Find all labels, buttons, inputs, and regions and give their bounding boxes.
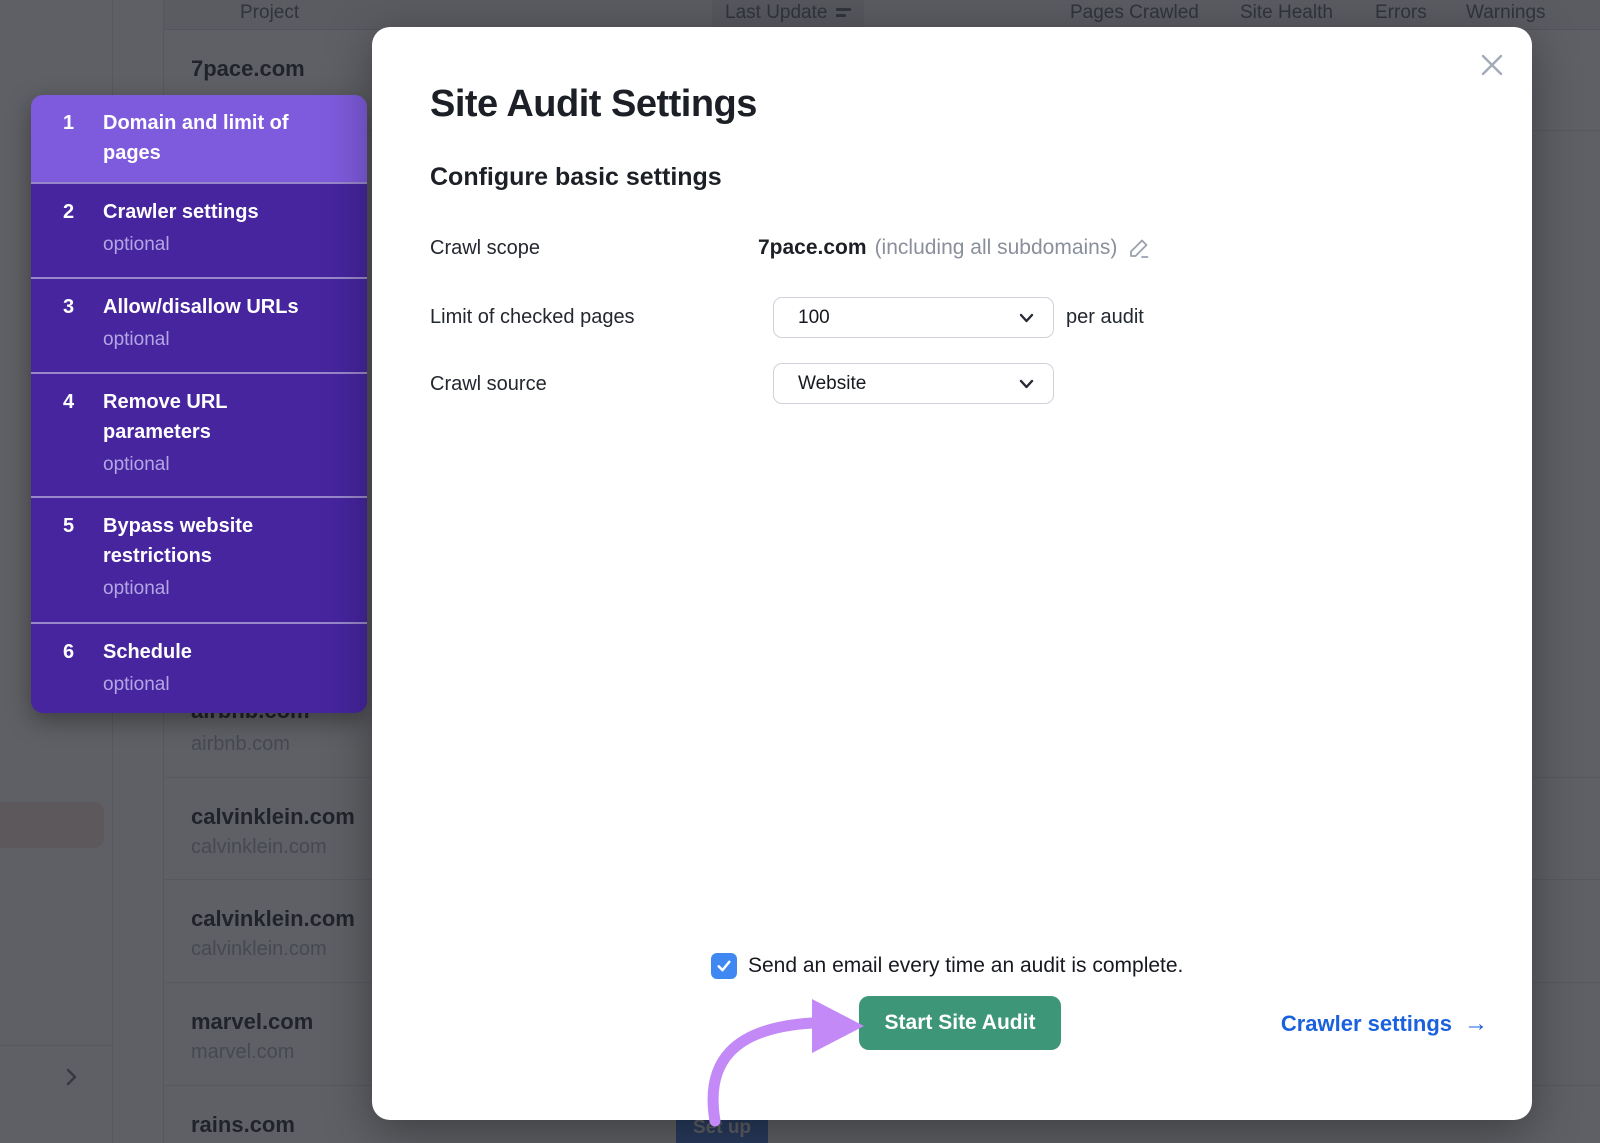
step-optional-label: optional [103,232,349,258]
step-item-6[interactable]: 6 Schedule optional [31,622,367,713]
edit-pencil-icon[interactable] [1127,236,1151,260]
step-item-5[interactable]: 5 Bypass website restrictions optional [31,496,367,622]
crawl-scope-note: (including all subdomains) [875,227,1118,269]
step-optional-label: optional [103,327,349,353]
step-optional-label: optional [103,452,349,478]
step-item-1[interactable]: 1 Domain and limit of pages [31,95,367,182]
email-checkbox[interactable] [711,953,737,979]
step-optional-label: optional [103,672,349,698]
step-label: Allow/disallow URLs [103,292,303,322]
email-checkbox-label: Send an email every time an audit is com… [748,954,1183,978]
checkmark-icon [715,957,733,975]
modal-title: Site Audit Settings [430,83,757,126]
right-arrow-icon: → [1464,1010,1488,1038]
limit-select-value: 100 [798,307,1018,329]
step-item-4[interactable]: 4 Remove URL parameters optional [31,372,367,496]
step-optional-label: optional [103,576,349,602]
step-number: 2 [63,197,74,227]
crawl-scope-label: Crawl scope [430,227,540,269]
limit-row: Limit of checked pages 100 per audit [430,297,1480,338]
limit-select[interactable]: 100 [773,297,1054,338]
crawler-settings-link[interactable]: Crawler settings → [1281,1010,1488,1038]
screen: ProjectLast UpdatePages CrawledSite Heal… [0,0,1600,1143]
step-item-2[interactable]: 2 Crawler settings optional [31,182,367,277]
step-number: 4 [63,387,74,417]
per-audit-label: per audit [1066,297,1144,338]
chevron-down-icon [1018,309,1035,326]
crawl-source-label: Crawl source [430,363,547,405]
step-number: 6 [63,637,74,667]
crawl-source-select[interactable]: Website [773,363,1054,404]
step-number: 1 [63,108,74,138]
site-audit-settings-modal: Site Audit Settings Configure basic sett… [372,27,1532,1120]
crawl-scope-domain: 7pace.com [758,227,867,269]
step-label: Domain and limit of pages [103,108,303,168]
step-label: Schedule [103,637,303,667]
section-title: Configure basic settings [430,163,722,192]
step-number: 5 [63,511,74,541]
steps-panel: 1 Domain and limit of pages 2 Crawler setti… [31,95,367,713]
step-label: Crawler settings [103,197,303,227]
step-item-3[interactable]: 3 Allow/disallow URLs optional [31,277,367,372]
crawl-source-select-value: Website [798,373,1018,395]
limit-label: Limit of checked pages [430,297,635,338]
crawl-source-row: Crawl source Website [430,363,1480,405]
crawl-scope-row: Crawl scope 7pace.com (including all sub… [430,227,1480,269]
crawl-scope-value: 7pace.com (including all subdomains) [758,227,1151,269]
email-checkbox-row: Send an email every time an audit is com… [711,953,1183,979]
step-label: Bypass website restrictions [103,511,303,571]
close-icon[interactable] [1472,45,1512,85]
step-number: 3 [63,292,74,322]
start-site-audit-button[interactable]: Start Site Audit [859,996,1061,1050]
crawler-settings-link-label: Crawler settings [1281,1011,1452,1037]
step-label: Remove URL parameters [103,387,303,447]
chevron-down-icon [1018,375,1035,392]
